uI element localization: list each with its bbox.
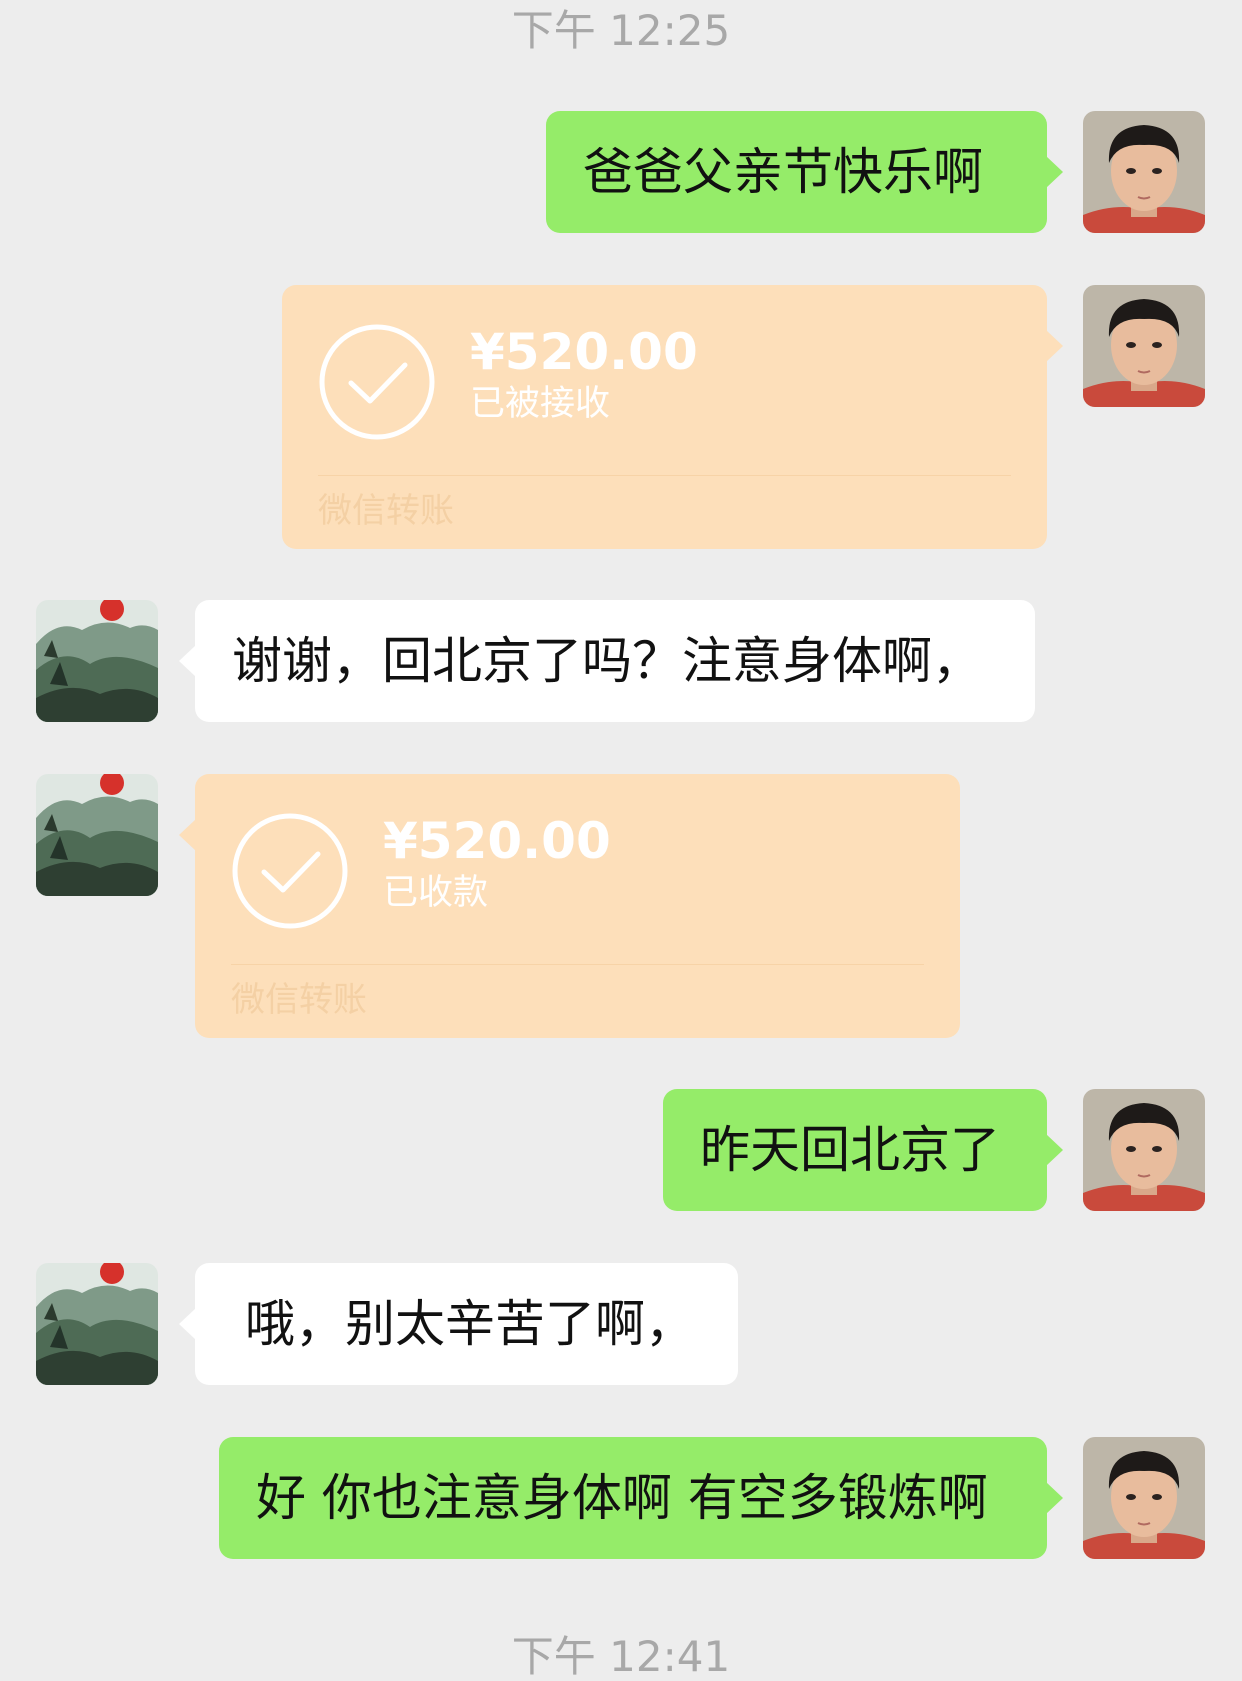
message-bubble-received[interactable]: 哦，别太辛苦了啊， (179, 1263, 738, 1385)
message-bubble-received[interactable]: 谢谢，回北京了吗？注意身体啊， (179, 600, 1035, 722)
transfer-footer: 微信转账 (318, 491, 454, 531)
boy-portrait-icon (1083, 1437, 1205, 1559)
transfer-status: 已收款 (383, 873, 489, 913)
timestamp-top: 下午 12:25 (511, 6, 731, 55)
contact-avatar[interactable] (36, 774, 158, 896)
self-avatar[interactable] (1083, 285, 1205, 407)
message-bubble-sent[interactable]: 昨天回北京了 (663, 1089, 1063, 1211)
boy-portrait-icon (1083, 111, 1205, 233)
transfer-card-received[interactable]: ¥520.00 已收款 微信转账 (179, 774, 960, 1038)
transfer-status: 已被接收 (470, 384, 611, 424)
landscape-painting-icon (36, 600, 158, 722)
self-avatar[interactable] (1083, 111, 1205, 233)
message-text: 好 你也注意身体啊 有空多锻炼啊 (256, 1469, 988, 1527)
transfer-card-sent[interactable]: ¥520.00 已被接收 微信转账 (282, 285, 1063, 549)
check-circle-icon (232, 813, 348, 929)
message-bubble-sent[interactable]: 好 你也注意身体啊 有空多锻炼啊 (219, 1437, 1063, 1559)
contact-avatar[interactable] (36, 1263, 158, 1385)
self-avatar[interactable] (1083, 1089, 1205, 1211)
transfer-amount: ¥520.00 (470, 323, 698, 381)
timestamp-bottom: 下午 12:41 (511, 1632, 731, 1681)
self-avatar[interactable] (1083, 1437, 1205, 1559)
check-circle-icon (319, 324, 435, 440)
message-text: 哦，别太辛苦了啊， (245, 1295, 695, 1353)
boy-portrait-icon (1083, 1089, 1205, 1211)
message-text: 谢谢，回北京了吗？注意身体啊， (232, 632, 982, 690)
message-text: 爸爸父亲节快乐啊 (583, 143, 983, 201)
boy-portrait-icon (1083, 285, 1205, 407)
transfer-footer: 微信转账 (231, 980, 367, 1020)
message-text: 昨天回北京了 (700, 1121, 1000, 1179)
transfer-divider (318, 475, 1011, 476)
transfer-amount: ¥520.00 (383, 812, 611, 870)
landscape-painting-icon (36, 1263, 158, 1385)
contact-avatar[interactable] (36, 600, 158, 722)
transfer-divider (231, 964, 924, 965)
landscape-painting-icon (36, 774, 158, 896)
message-bubble-sent[interactable]: 爸爸父亲节快乐啊 (546, 111, 1063, 233)
